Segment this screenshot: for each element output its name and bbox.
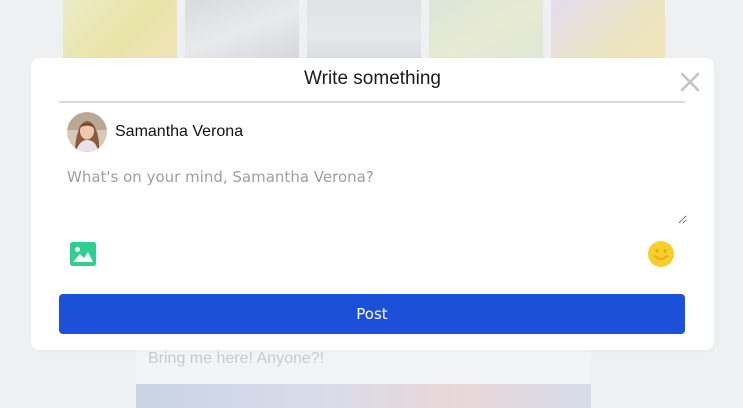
modal-title: Write something bbox=[304, 68, 441, 89]
author-name: Samantha Verona bbox=[115, 123, 244, 140]
photo-thumbnail bbox=[185, 0, 299, 60]
background-post-text: Bring me here! Anyone?! bbox=[148, 350, 325, 367]
add-photo-button[interactable] bbox=[69, 241, 97, 267]
title-divider bbox=[59, 101, 685, 103]
photo-thumbnail bbox=[63, 0, 177, 60]
emoji-button[interactable] bbox=[647, 240, 675, 268]
avatar bbox=[67, 112, 107, 152]
photo-thumbnail-strip bbox=[63, 0, 665, 60]
smiley-icon bbox=[648, 241, 674, 267]
post-button[interactable]: Post bbox=[59, 294, 685, 334]
post-text-input[interactable] bbox=[59, 164, 687, 224]
photo-thumbnail bbox=[551, 0, 665, 60]
photo-thumbnail bbox=[307, 0, 421, 60]
post-author: Samantha Verona bbox=[67, 112, 243, 152]
background-post-image bbox=[136, 384, 591, 408]
write-post-modal: Write something Samantha Verona What's o… bbox=[31, 58, 714, 350]
close-icon bbox=[680, 72, 700, 92]
image-icon bbox=[70, 242, 96, 266]
close-button[interactable] bbox=[678, 70, 702, 94]
photo-thumbnail bbox=[429, 0, 543, 60]
